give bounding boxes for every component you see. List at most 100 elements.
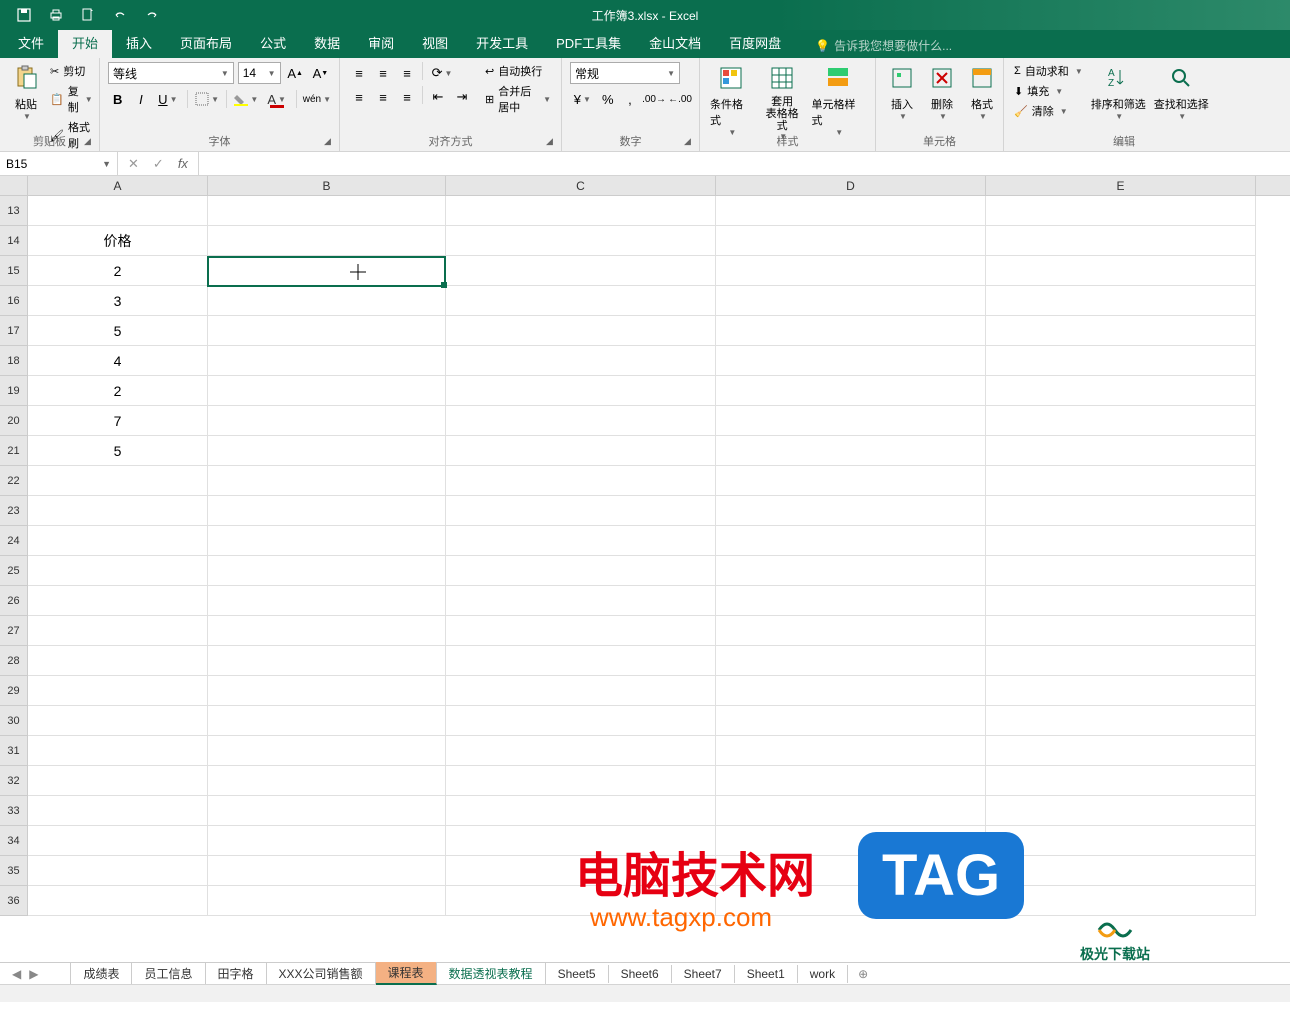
row-header[interactable]: 31 <box>0 736 28 766</box>
cell[interactable] <box>986 226 1256 256</box>
row-header[interactable]: 36 <box>0 886 28 916</box>
number-launcher[interactable]: ◢ <box>684 136 696 148</box>
enter-icon[interactable]: ✓ <box>153 156 164 172</box>
row-header[interactable]: 18 <box>0 346 28 376</box>
cell[interactable] <box>208 646 446 676</box>
cell[interactable] <box>446 196 716 226</box>
row-header[interactable]: 29 <box>0 676 28 706</box>
cell[interactable] <box>28 856 208 886</box>
cell[interactable] <box>208 436 446 466</box>
cell[interactable] <box>716 196 986 226</box>
cell[interactable] <box>208 556 446 586</box>
row-header[interactable]: 22 <box>0 466 28 496</box>
cell[interactable] <box>986 406 1256 436</box>
sheet-tab-8[interactable]: Sheet6 <box>609 965 672 983</box>
underline-button[interactable]: U▼ <box>155 88 181 110</box>
comma-icon[interactable]: , <box>621 88 639 110</box>
tab-home[interactable]: 开始 <box>58 27 112 58</box>
tab-layout[interactable]: 页面布局 <box>166 27 246 58</box>
cell[interactable] <box>716 646 986 676</box>
cell[interactable] <box>986 706 1256 736</box>
cell[interactable] <box>986 526 1256 556</box>
cell[interactable] <box>446 226 716 256</box>
cell[interactable] <box>986 496 1256 526</box>
cell[interactable] <box>208 286 446 316</box>
bold-button[interactable]: B <box>108 88 127 110</box>
sheet-nav-prev[interactable]: ◀ <box>12 967 21 981</box>
tab-view[interactable]: 视图 <box>408 27 462 58</box>
cell[interactable] <box>446 556 716 586</box>
tab-data[interactable]: 数据 <box>300 27 354 58</box>
border-button[interactable]: ▼ <box>194 88 220 110</box>
select-all-corner[interactable] <box>0 176 28 195</box>
cell[interactable] <box>208 346 446 376</box>
cell[interactable] <box>446 706 716 736</box>
sheet-tab-10[interactable]: Sheet1 <box>735 965 798 983</box>
sort-filter-button[interactable]: AZ排序和筛选▼ <box>1087 60 1150 123</box>
cell[interactable] <box>716 436 986 466</box>
tab-baidu[interactable]: 百度网盘 <box>715 27 795 58</box>
sheet-tab-2[interactable]: 员工信息 <box>132 963 205 984</box>
row-header[interactable]: 14 <box>0 226 28 256</box>
cell[interactable] <box>208 676 446 706</box>
cell[interactable] <box>716 796 986 826</box>
cell[interactable] <box>208 826 446 856</box>
cell[interactable] <box>446 376 716 406</box>
cell[interactable] <box>446 466 716 496</box>
cell[interactable] <box>208 256 446 286</box>
row-header[interactable]: 28 <box>0 646 28 676</box>
cell[interactable] <box>208 316 446 346</box>
cell[interactable] <box>986 196 1256 226</box>
sheet-tab-11[interactable]: work <box>798 965 848 983</box>
font-color-button[interactable]: A▼ <box>263 88 289 110</box>
cell[interactable] <box>208 736 446 766</box>
cell[interactable]: 价格 <box>28 226 208 256</box>
tab-review[interactable]: 审阅 <box>354 27 408 58</box>
undo-icon[interactable] <box>104 0 136 30</box>
row-header[interactable]: 17 <box>0 316 28 346</box>
cell[interactable] <box>208 706 446 736</box>
cell[interactable] <box>446 256 716 286</box>
pinyin-button[interactable]: wén▼ <box>303 88 331 110</box>
cell[interactable] <box>716 316 986 346</box>
cell[interactable] <box>208 496 446 526</box>
cell[interactable] <box>716 526 986 556</box>
cell[interactable] <box>986 586 1256 616</box>
cell[interactable] <box>208 586 446 616</box>
cell[interactable]: 2 <box>28 256 208 286</box>
cell[interactable] <box>986 316 1256 346</box>
indent-increase-icon[interactable]: ⇥ <box>451 86 473 108</box>
cell[interactable] <box>446 766 716 796</box>
cell-style-button[interactable]: 单元格样式▼ <box>808 60 869 139</box>
col-header-d[interactable]: D <box>716 176 986 195</box>
table-format-button[interactable]: 套用 表格格式▼ <box>757 60 808 143</box>
cell[interactable] <box>208 526 446 556</box>
fill-button[interactable]: ⬇填充▼ <box>1010 82 1087 100</box>
tab-insert[interactable]: 插入 <box>112 27 166 58</box>
cell[interactable] <box>28 616 208 646</box>
cell[interactable] <box>986 346 1256 376</box>
row-header[interactable]: 16 <box>0 286 28 316</box>
cell[interactable] <box>208 856 446 886</box>
cell[interactable] <box>28 826 208 856</box>
cell[interactable] <box>986 886 1256 916</box>
increase-font-icon[interactable]: A▲ <box>285 62 306 84</box>
fx-icon[interactable]: fx <box>178 156 188 171</box>
row-header[interactable]: 24 <box>0 526 28 556</box>
row-header[interactable]: 23 <box>0 496 28 526</box>
indent-decrease-icon[interactable]: ⇤ <box>427 86 449 108</box>
cell[interactable] <box>28 766 208 796</box>
save-icon[interactable] <box>8 0 40 30</box>
col-header-a[interactable]: A <box>28 176 208 195</box>
cell[interactable] <box>446 286 716 316</box>
cell[interactable] <box>28 676 208 706</box>
col-header-c[interactable]: C <box>446 176 716 195</box>
sheet-tab-1[interactable]: 成绩表 <box>70 963 132 984</box>
name-box[interactable]: B15▼ <box>0 152 118 175</box>
tab-dev[interactable]: 开发工具 <box>462 27 542 58</box>
autosum-button[interactable]: Σ自动求和▼ <box>1010 62 1087 80</box>
format-cells-button[interactable]: 格式▼ <box>962 60 1002 123</box>
cell[interactable] <box>986 556 1256 586</box>
cell[interactable] <box>446 316 716 346</box>
cell[interactable] <box>446 736 716 766</box>
